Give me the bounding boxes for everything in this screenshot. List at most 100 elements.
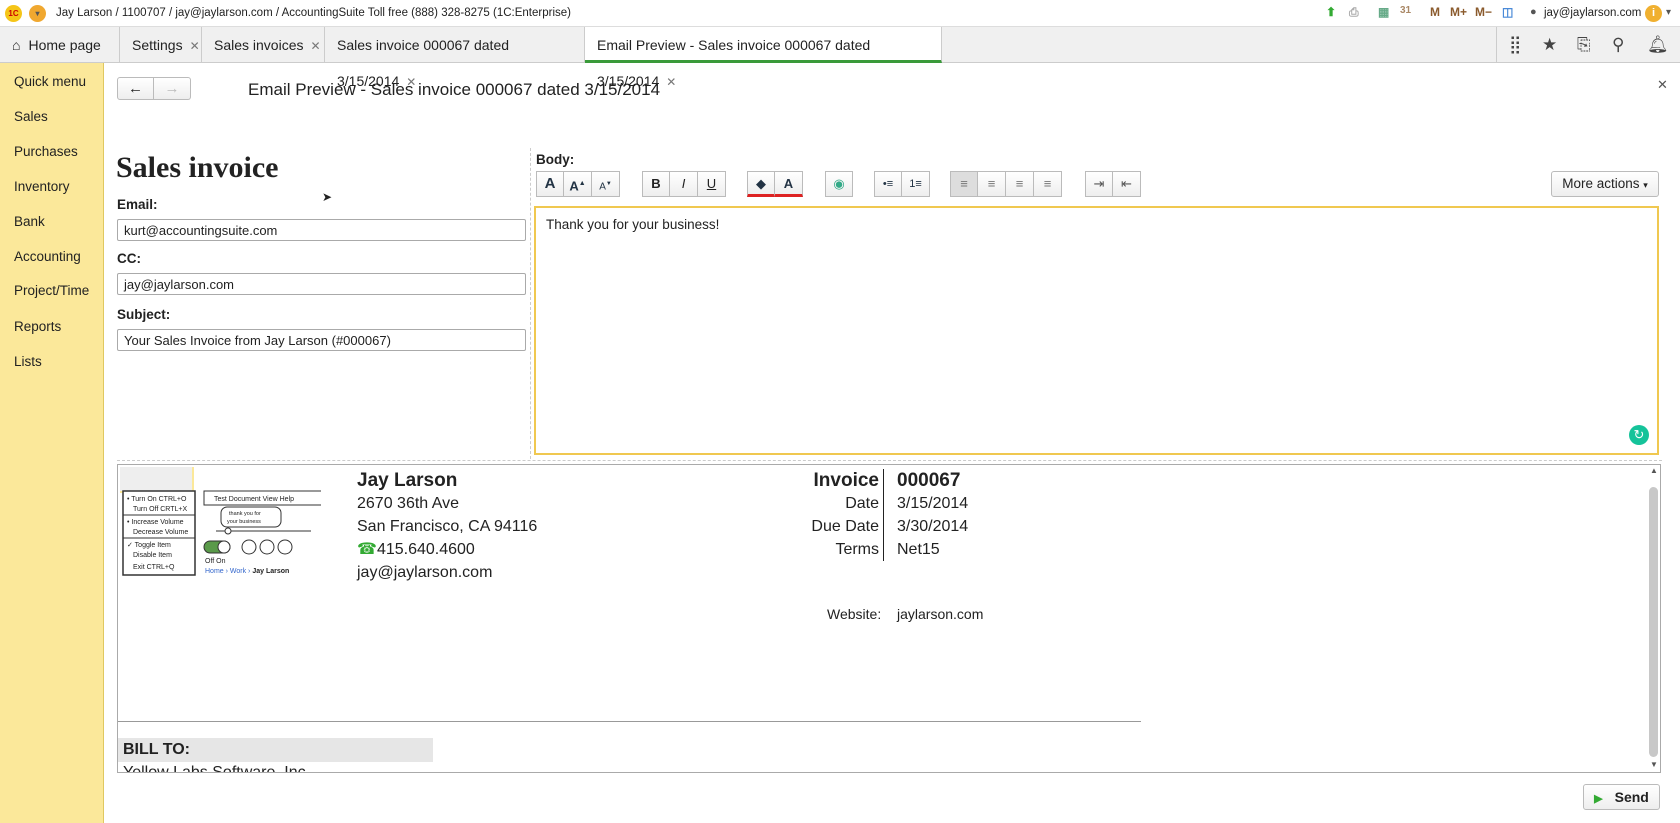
company-address2: San Francisco, CA 94116 bbox=[357, 518, 538, 535]
body-label: Body: bbox=[536, 152, 575, 167]
user-icon: ● bbox=[1530, 6, 1537, 18]
website-label: Website: bbox=[827, 606, 882, 622]
scrollbar[interactable]: ▲ ▼ bbox=[1648, 465, 1660, 772]
sidebar-item-accounting[interactable]: Accounting bbox=[14, 249, 81, 264]
phone-icon: ☎ bbox=[357, 541, 377, 558]
form-heading: Sales invoice bbox=[116, 151, 279, 184]
send-button[interactable]: ▶ Send bbox=[1583, 784, 1660, 810]
company-info: Jay Larson 2670 36th Ave San Francisco, … bbox=[357, 469, 537, 584]
calculator-icon[interactable]: ▦ bbox=[1378, 5, 1389, 19]
cc-label: CC: bbox=[117, 251, 141, 266]
print-icon[interactable]: ⎙ bbox=[1349, 5, 1359, 20]
panels-icon[interactable]: ◫ bbox=[1502, 5, 1513, 19]
cc-field[interactable]: jay@jaylarson.com bbox=[117, 273, 526, 295]
email-field[interactable]: kurt@accountingsuite.com bbox=[117, 219, 526, 241]
scroll-down-icon[interactable]: ▼ bbox=[1650, 760, 1658, 769]
body-editor[interactable]: Thank you for your business! ↻ bbox=[534, 206, 1659, 455]
subject-label: Subject: bbox=[117, 307, 171, 322]
sidebar-item-quick-menu[interactable]: Quick menu bbox=[14, 74, 86, 89]
grammarly-icon[interactable]: ↻ bbox=[1629, 425, 1649, 445]
indent-group: ⇥ ⇤ bbox=[1085, 171, 1141, 197]
bill-to-name: Yellow Labs Software, Inc. bbox=[123, 764, 311, 773]
terms: Net15 bbox=[897, 541, 940, 558]
list-group: •≡ 1≡ bbox=[874, 171, 930, 197]
sidebar-item-inventory[interactable]: Inventory bbox=[14, 179, 70, 194]
fill-color-icon[interactable]: ◆ bbox=[747, 171, 775, 197]
tab-email-preview[interactable]: Email Preview - Sales invoice 000067 dat… bbox=[585, 27, 942, 89]
outdent-icon[interactable]: ⇤ bbox=[1113, 171, 1141, 197]
align-center-icon[interactable]: ≡ bbox=[978, 171, 1006, 197]
info-icon[interactable]: i bbox=[1645, 5, 1662, 22]
history-icon[interactable]: ⎘ bbox=[1577, 35, 1591, 55]
user-name[interactable]: jay@jaylarson.com bbox=[1544, 7, 1641, 19]
italic-icon[interactable]: I bbox=[670, 171, 698, 197]
align-right-icon[interactable]: ≡ bbox=[1006, 171, 1034, 197]
close-icon[interactable]: ✕ bbox=[666, 75, 676, 89]
svg-text:• Turn On CTRL+O: • Turn On CTRL+O bbox=[127, 496, 187, 503]
invoice-date: 3/15/2014 bbox=[897, 495, 969, 512]
svg-text:Off On: Off On bbox=[205, 558, 226, 565]
sidebar-item-project-time[interactable]: Project/Time bbox=[14, 283, 89, 298]
title-text: Jay Larson / 1100707 / jay@jaylarson.com… bbox=[56, 7, 571, 19]
decrease-font-icon[interactable]: A▼ bbox=[592, 171, 620, 197]
invoice-number: 000067 bbox=[897, 470, 961, 491]
numbered-list-icon[interactable]: 1≡ bbox=[902, 171, 930, 197]
bold-icon[interactable]: B bbox=[642, 171, 670, 197]
memory-plus-button[interactable]: M+ bbox=[1450, 5, 1467, 19]
memory-minus-button[interactable]: M− bbox=[1475, 5, 1492, 19]
star-icon[interactable]: ★ bbox=[1542, 35, 1557, 55]
bell-icon[interactable]: 🔔︎ bbox=[1647, 35, 1669, 55]
svg-text:✓ Toggle Item: ✓ Toggle Item bbox=[127, 542, 171, 549]
search-icon[interactable]: ⚲ bbox=[1612, 35, 1624, 55]
tab-home-page[interactable]: ⌂ Home page bbox=[0, 27, 120, 63]
tab-sales-invoice[interactable]: Sales invoice 000067 dated 3/15/2014 ✕ bbox=[325, 27, 585, 89]
date-label: Date bbox=[845, 495, 879, 512]
increase-font-icon[interactable]: A▲ bbox=[564, 171, 592, 197]
scrollbar-thumb[interactable] bbox=[1649, 487, 1658, 757]
calendar-icon[interactable]: 31 bbox=[1400, 5, 1411, 16]
bill-to-header: BILL TO: bbox=[118, 738, 433, 762]
sidebar-item-purchases[interactable]: Purchases bbox=[14, 144, 78, 159]
align-left-icon[interactable]: ≡ bbox=[950, 171, 978, 197]
underline-icon[interactable]: U bbox=[698, 171, 726, 197]
insert-image-icon[interactable]: ◉ bbox=[825, 171, 853, 197]
send-label: Send bbox=[1614, 789, 1649, 805]
back-button[interactable]: ← bbox=[117, 77, 154, 100]
tab-bar: ⌂ Home page Settings ✕ Sales invoices ✕ Sal… bbox=[0, 27, 1680, 89]
chevron-down-icon[interactable]: ▾ bbox=[1666, 7, 1671, 18]
close-icon[interactable]: ✕ bbox=[1657, 77, 1668, 93]
company-phone: 415.640.4600 bbox=[376, 541, 475, 558]
global-actions: ⣿ ★ ⎘ ⚲ 🔔︎ bbox=[1496, 27, 1680, 63]
memory-button[interactable]: M bbox=[1430, 5, 1440, 19]
scroll-up-icon[interactable]: ▲ bbox=[1650, 466, 1658, 475]
svg-text:your business: your business bbox=[227, 519, 261, 525]
justify-icon[interactable]: ≡ bbox=[1034, 171, 1062, 197]
sidebar-item-reports[interactable]: Reports bbox=[14, 319, 61, 334]
due-date-label: Due Date bbox=[811, 518, 879, 535]
indent-icon[interactable]: ⇥ bbox=[1085, 171, 1113, 197]
close-icon[interactable]: ✕ bbox=[311, 39, 321, 53]
attach-icon[interactable]: ⬆ bbox=[1326, 5, 1336, 19]
close-icon[interactable]: ✕ bbox=[190, 39, 200, 53]
website: jaylarson.com bbox=[897, 606, 984, 622]
svg-text:Exit CTRL+Q: Exit CTRL+Q bbox=[133, 564, 175, 571]
divider bbox=[117, 460, 1662, 461]
home-icon: ⌂ bbox=[12, 37, 21, 53]
sidebar-item-bank[interactable]: Bank bbox=[14, 214, 45, 229]
svg-text:Home › Work › Jay Larson: Home › Work › Jay Larson bbox=[205, 568, 289, 575]
tab-settings[interactable]: Settings ✕ bbox=[120, 27, 202, 63]
sidebar-item-lists[interactable]: Lists bbox=[14, 354, 42, 369]
font-color-icon[interactable]: A bbox=[775, 171, 803, 197]
more-actions-button[interactable]: More actions ▾ bbox=[1551, 171, 1659, 197]
svg-text:Decrease Volume: Decrease Volume bbox=[133, 529, 188, 536]
subject-field[interactable]: Your Sales Invoice from Jay Larson (#000… bbox=[117, 329, 526, 351]
tab-sales-invoices[interactable]: Sales invoices ✕ bbox=[202, 27, 325, 63]
font-icon[interactable]: A bbox=[536, 171, 564, 197]
forward-button[interactable]: → bbox=[154, 77, 191, 100]
bullet-list-icon[interactable]: •≡ bbox=[874, 171, 902, 197]
apps-grid-icon[interactable]: ⣿ bbox=[1509, 35, 1521, 55]
align-group: ≡ ≡ ≡ ≡ bbox=[950, 171, 1062, 197]
svg-text:Turn Off CRTL+X: Turn Off CRTL+X bbox=[133, 506, 187, 513]
sidebar-item-sales[interactable]: Sales bbox=[14, 109, 48, 124]
main-menu-icon[interactable]: ▾ bbox=[29, 5, 46, 22]
